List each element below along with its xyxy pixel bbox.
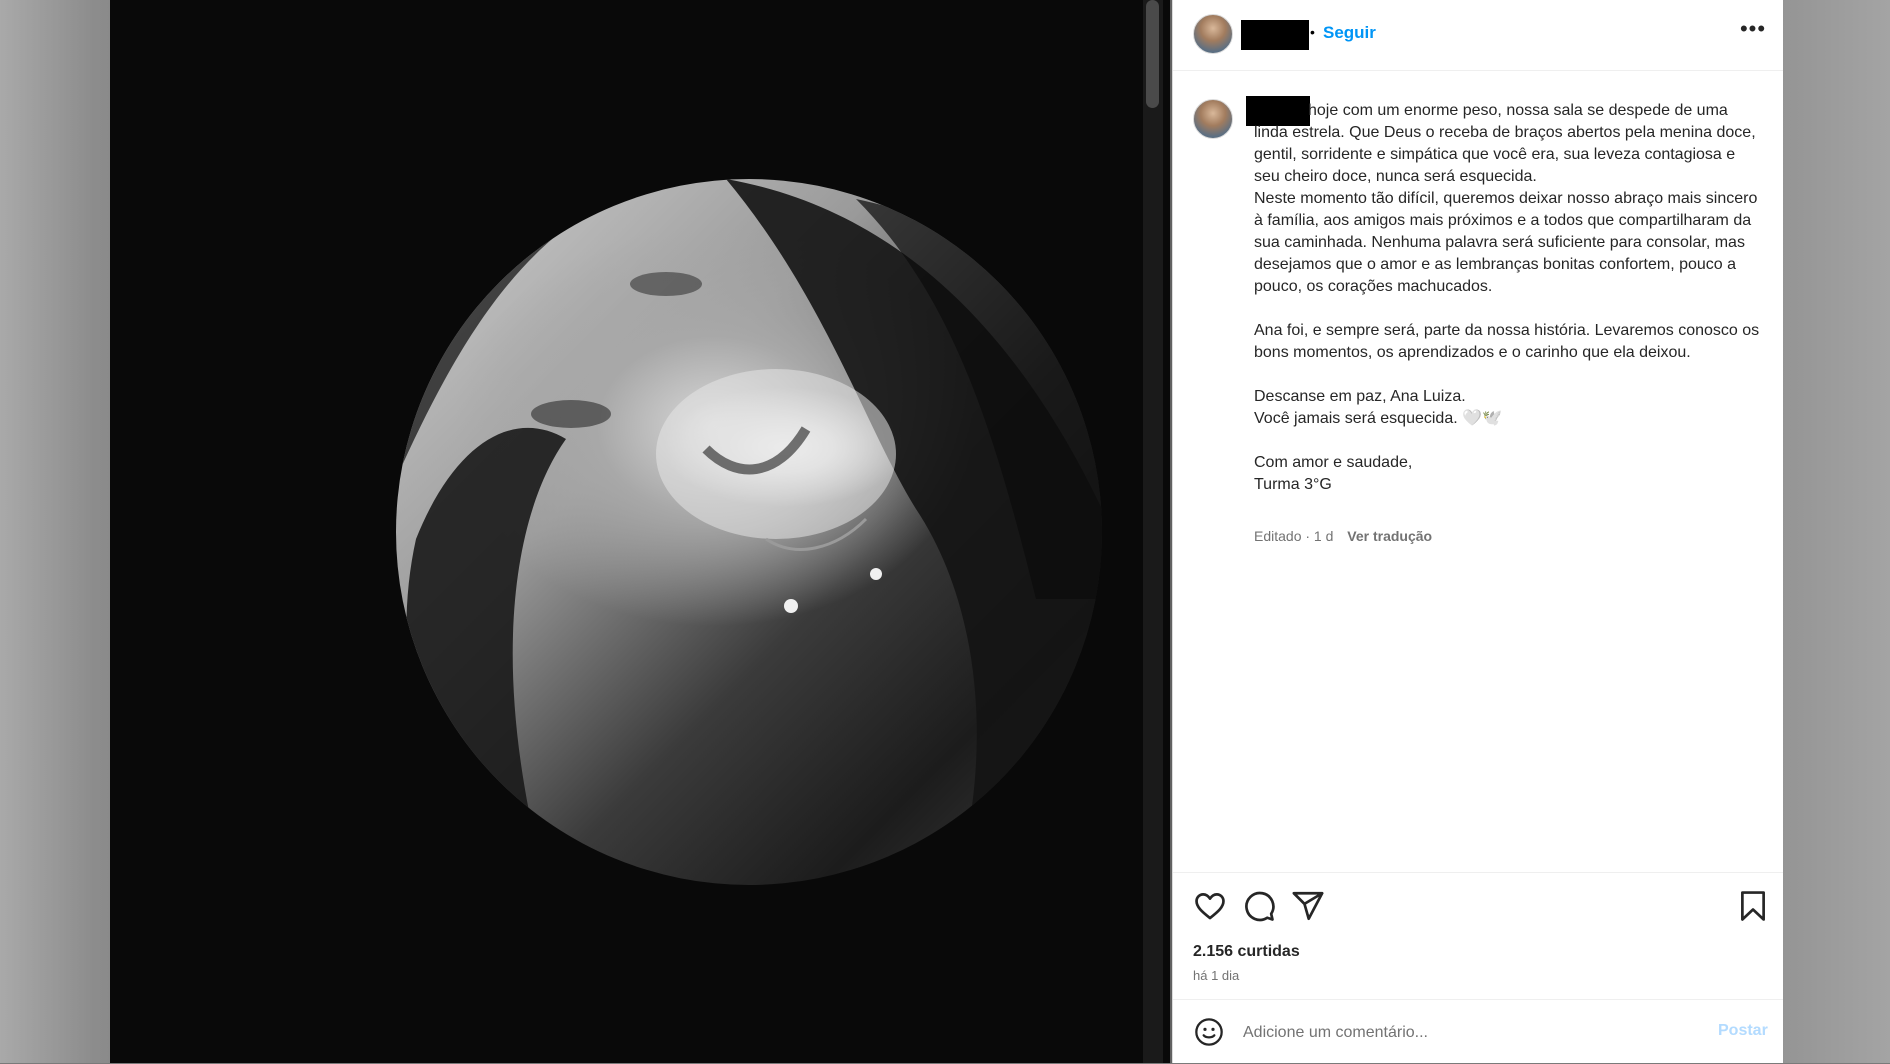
caption-paragraph-1: hoje com um enorme peso, nossa sala se d… xyxy=(1254,102,1756,185)
more-horizontal-icon: ••• xyxy=(1739,16,1767,41)
comment-bar: Postar xyxy=(1173,999,1783,1064)
save-button[interactable] xyxy=(1736,889,1770,923)
comment-icon xyxy=(1245,891,1275,922)
caption-meta: Editado · 1 d Ver tradução xyxy=(1254,528,1432,544)
photo-hair-strands xyxy=(396,179,1102,885)
post-actions: 2.156 curtidas há 1 dia xyxy=(1173,872,1783,1001)
bookmark-icon xyxy=(1741,891,1765,921)
heart-icon xyxy=(1195,893,1225,920)
emoji-button[interactable] xyxy=(1193,1016,1225,1048)
caption-farewell-line-1: Descanse em paz, Ana Luiza. xyxy=(1254,388,1466,405)
follow-button[interactable]: Seguir xyxy=(1323,23,1376,43)
media-scrollbar[interactable] xyxy=(1143,0,1163,1063)
post-header: • Seguir ••• xyxy=(1173,0,1783,71)
post-caption: hoje com um enorme peso, nossa sala se d… xyxy=(1254,100,1764,496)
media-scroll-thumb[interactable] xyxy=(1146,0,1159,108)
edited-timestamp: Editado · 1 d xyxy=(1254,528,1334,544)
separator-dot: • xyxy=(1310,24,1315,40)
redacted-username xyxy=(1241,20,1309,50)
caption-signoff-line-2: Turma 3°G xyxy=(1254,476,1332,493)
caption-paragraph-3: Ana foi, e sempre será, parte da nossa h… xyxy=(1254,322,1760,361)
more-options-button[interactable]: ••• xyxy=(1738,16,1768,46)
caption-farewell-line-2: Você jamais será esquecida. 🤍🕊️ xyxy=(1254,410,1502,427)
like-count[interactable]: 2.156 curtidas xyxy=(1193,943,1300,961)
share-button[interactable] xyxy=(1291,889,1325,923)
caption-signoff-line-1: Com amor e saudade, xyxy=(1254,454,1413,471)
emoji-icon xyxy=(1195,1018,1223,1046)
like-button[interactable] xyxy=(1193,889,1227,923)
post-comment-button[interactable]: Postar xyxy=(1718,1022,1768,1040)
post-media xyxy=(110,0,1170,1063)
caption-author-avatar[interactable] xyxy=(1193,99,1233,139)
share-icon xyxy=(1292,891,1324,921)
post-side-panel: • Seguir ••• hoje com um enorme peso, no… xyxy=(1172,0,1783,1063)
post-photo xyxy=(396,179,1102,885)
comment-input[interactable] xyxy=(1241,1018,1705,1048)
caption-paragraph-2: Neste momento tão difícil, queremos deix… xyxy=(1254,190,1758,295)
post-time[interactable]: há 1 dia xyxy=(1193,968,1239,983)
see-translation-link[interactable]: Ver tradução xyxy=(1347,528,1432,544)
comment-button[interactable] xyxy=(1242,889,1276,923)
author-avatar[interactable] xyxy=(1193,14,1233,54)
